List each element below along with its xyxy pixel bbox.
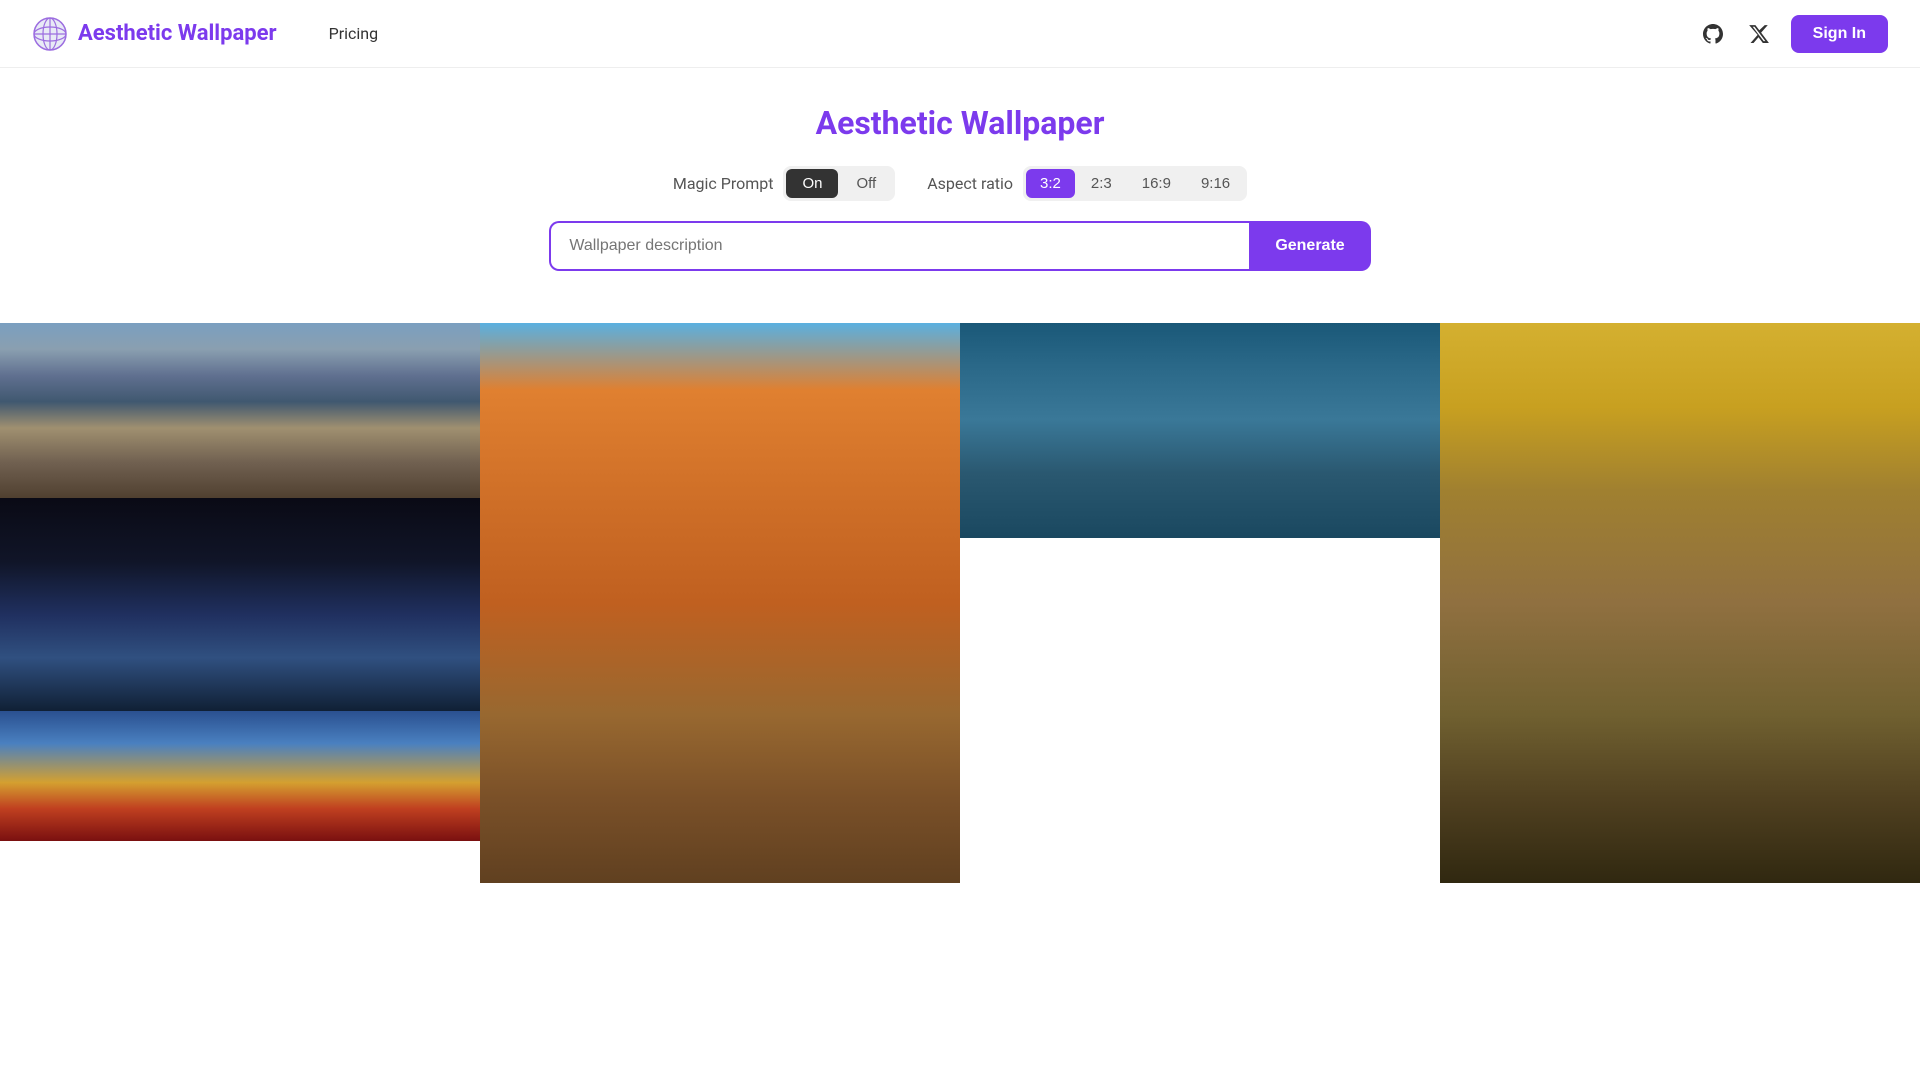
img-abandoned-house bbox=[0, 323, 480, 498]
nav-logo[interactable]: Aesthetic Wallpaper bbox=[32, 16, 277, 52]
aspect-ratio-group: 3:2 2:3 16:9 9:16 bbox=[1023, 166, 1247, 201]
gallery-col-2 bbox=[480, 323, 960, 883]
x-twitter-icon[interactable] bbox=[1745, 20, 1773, 48]
img-autumn-tree bbox=[480, 323, 960, 883]
aspect-ratio-16-9[interactable]: 16:9 bbox=[1128, 169, 1185, 198]
page-title: Aesthetic Wallpaper bbox=[0, 104, 1920, 142]
aspect-ratio-9-16[interactable]: 9:16 bbox=[1187, 169, 1244, 198]
magic-prompt-control: Magic Prompt On Off bbox=[673, 166, 895, 201]
list-item[interactable] bbox=[960, 323, 1440, 538]
list-item[interactable] bbox=[0, 498, 480, 711]
toggle-group: On Off bbox=[783, 166, 895, 201]
nav-links: Pricing bbox=[317, 18, 391, 49]
aspect-ratio-3-2[interactable]: 3:2 bbox=[1026, 169, 1075, 198]
toggle-off-button[interactable]: Off bbox=[840, 169, 892, 198]
list-item[interactable] bbox=[480, 323, 960, 883]
img-blue-tulips bbox=[0, 498, 480, 711]
img-bird bbox=[1440, 323, 1920, 883]
gallery-col-3 bbox=[960, 323, 1440, 883]
toggle-on-button[interactable]: On bbox=[786, 169, 838, 198]
sign-in-button[interactable]: Sign In bbox=[1791, 15, 1888, 53]
gallery bbox=[0, 323, 1920, 883]
aspect-ratio-label: Aspect ratio bbox=[927, 174, 1013, 193]
nav-logo-text: Aesthetic Wallpaper bbox=[78, 21, 277, 46]
generate-button[interactable]: Generate bbox=[1249, 221, 1370, 271]
nav-link-pricing[interactable]: Pricing bbox=[317, 18, 391, 49]
list-item[interactable] bbox=[0, 323, 480, 498]
hero-section: Aesthetic Wallpaper Magic Prompt On Off … bbox=[0, 68, 1920, 323]
img-dandelion bbox=[960, 323, 1440, 538]
gallery-col-1 bbox=[0, 323, 480, 883]
aspect-ratio-control: Aspect ratio 3:2 2:3 16:9 9:16 bbox=[927, 166, 1247, 201]
search-input[interactable] bbox=[549, 221, 1249, 271]
magic-prompt-label: Magic Prompt bbox=[673, 174, 774, 193]
controls-bar: Magic Prompt On Off Aspect ratio 3:2 2:3… bbox=[0, 166, 1920, 201]
navbar: Aesthetic Wallpaper Pricing Sign In bbox=[0, 0, 1920, 68]
gallery-col-4 bbox=[1440, 323, 1920, 883]
list-item[interactable] bbox=[0, 711, 480, 841]
nav-right: Sign In bbox=[1699, 15, 1888, 53]
aspect-ratio-2-3[interactable]: 2:3 bbox=[1077, 169, 1126, 198]
github-icon[interactable] bbox=[1699, 20, 1727, 48]
list-item[interactable] bbox=[1440, 323, 1920, 883]
img-sunset-poppy bbox=[0, 711, 480, 841]
globe-icon bbox=[32, 16, 68, 52]
search-bar-container: Generate bbox=[0, 221, 1920, 271]
